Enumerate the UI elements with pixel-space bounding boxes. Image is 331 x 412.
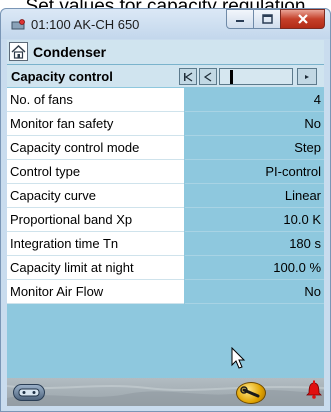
controller-button[interactable] <box>13 384 45 401</box>
mouse-pointer-icon <box>231 347 246 369</box>
parameter-value-field[interactable]: 100.0 % <box>185 256 324 280</box>
close-button[interactable] <box>280 9 325 29</box>
app-icon <box>11 19 25 30</box>
service-button[interactable] <box>236 382 266 404</box>
parameter-value-field[interactable]: No <box>185 112 324 136</box>
parameter-label-cell: Integration time Tn <box>7 232 184 256</box>
parameter-label-cell: Monitor Air Flow <box>7 280 184 304</box>
parameter-label-cell: Capacity curve <box>7 184 184 208</box>
parameter-row: Capacity limit at night 100.0 % <box>7 256 324 280</box>
parameter-row: Capacity curve Linear <box>7 184 324 208</box>
maximize-icon <box>261 14 273 24</box>
parameter-row: No. of fans 4 <box>7 88 324 112</box>
wrench-icon <box>240 386 260 398</box>
first-page-button[interactable] <box>179 68 197 85</box>
parameter-label: Integration time Tn <box>10 236 119 251</box>
parameter-value-field[interactable]: 180 s <box>185 232 324 256</box>
parameter-label: Monitor Air Flow <box>10 284 104 299</box>
chevron-right-icon <box>305 74 309 79</box>
parameter-row: Integration time Tn 180 s <box>7 232 324 256</box>
parameter-value-field[interactable]: 10.0 K <box>185 208 324 232</box>
parameter-value: No <box>304 116 321 131</box>
parameter-row: Proportional band Xp 10.0 K <box>7 208 324 232</box>
parameter-label-cell: Monitor fan safety <box>7 112 184 136</box>
parameter-row: Monitor Air Flow No <box>7 280 324 304</box>
previous-page-button[interactable] <box>199 68 217 85</box>
parameter-value: Step <box>294 140 321 155</box>
footer-toolbar <box>7 378 324 406</box>
parameter-value: No <box>304 284 321 299</box>
title-bar[interactable]: 01:100 AK-CH 650 <box>1 9 330 39</box>
next-page-button[interactable] <box>297 68 317 85</box>
section-title: Capacity control <box>11 69 113 84</box>
skip-first-icon <box>184 72 193 81</box>
app-window: 01:100 AK-CH 650 Condenser Capacity cont… <box>0 8 331 412</box>
parameter-row: Control type PI-control <box>7 160 324 184</box>
parameter-label: Capacity control mode <box>10 140 140 155</box>
parameter-row: Capacity control mode Step <box>7 136 324 160</box>
close-icon <box>297 14 308 24</box>
parameter-label-cell: Capacity control mode <box>7 136 184 160</box>
minimize-icon <box>236 20 244 22</box>
parameter-value-field[interactable]: 4 <box>185 88 324 112</box>
window-title: 01:100 AK-CH 650 <box>31 17 140 32</box>
parameter-value: 4 <box>313 92 321 107</box>
chevron-left-icon <box>203 72 212 81</box>
parameter-label: Monitor fan safety <box>10 116 114 131</box>
section-header: Capacity control <box>7 65 324 87</box>
parameter-value-field[interactable]: PI-control <box>185 160 324 184</box>
parameter-label-cell: Control type <box>7 160 184 184</box>
parameter-label: No. of fans <box>10 92 73 107</box>
header-row: Condenser <box>7 40 324 65</box>
parameter-value: PI-control <box>265 164 321 179</box>
parameter-value-field[interactable]: Step <box>185 136 324 160</box>
parameter-label-cell: Capacity limit at night <box>7 256 184 280</box>
parameter-value: Linear <box>284 188 321 203</box>
alarm-bell-icon[interactable] <box>305 379 323 399</box>
home-icon <box>11 45 26 59</box>
footer-texture <box>7 385 324 406</box>
parameter-label: Capacity curve <box>10 188 96 203</box>
parameter-label: Control type <box>10 164 81 179</box>
parameter-label: Capacity limit at night <box>10 260 134 275</box>
page-position-icon <box>230 69 233 84</box>
minimize-button[interactable] <box>226 9 254 29</box>
parameter-row: Monitor fan safety No <box>7 112 324 136</box>
page-indicator[interactable] <box>219 68 293 85</box>
page-title: Condenser <box>33 44 107 60</box>
home-button[interactable] <box>9 42 28 61</box>
parameter-value: 100.0 % <box>273 260 321 275</box>
maximize-button[interactable] <box>253 9 281 29</box>
parameter-label-cell: No. of fans <box>7 88 184 112</box>
parameter-value: 180 s <box>289 236 321 251</box>
controller-icon <box>18 388 40 397</box>
client-area: Condenser Capacity control No. of fans 4… <box>7 40 324 406</box>
parameter-list: No. of fans 4 Monitor fan safety No Capa… <box>7 88 324 304</box>
parameter-label-cell: Proportional band Xp <box>7 208 184 232</box>
parameter-value-field[interactable]: No <box>185 280 324 304</box>
parameter-value: 10.0 K <box>283 212 321 227</box>
parameter-label: Proportional band Xp <box>10 212 133 227</box>
parameter-value-field[interactable]: Linear <box>185 184 324 208</box>
